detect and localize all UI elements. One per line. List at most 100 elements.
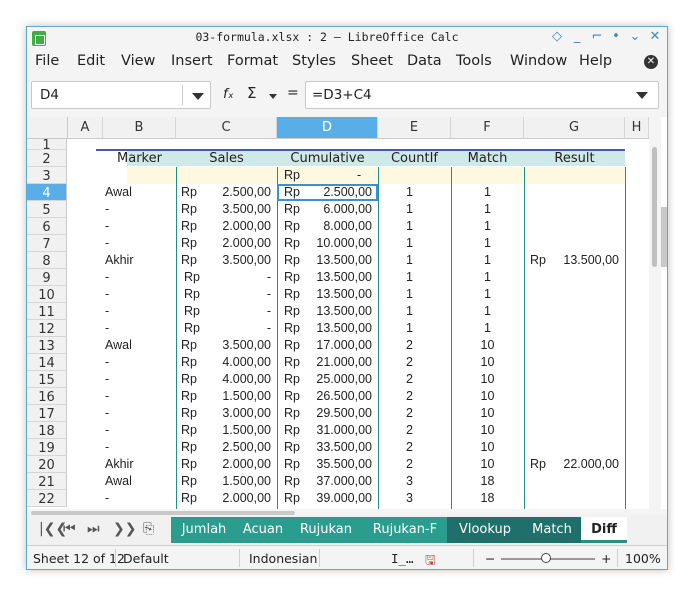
cell-countif[interactable]: 1 xyxy=(378,287,441,301)
close-document-icon[interactable]: ✕ xyxy=(644,55,658,69)
cell-sales-value[interactable]: 3.000,00 xyxy=(176,406,271,420)
cell-cumulative-value[interactable]: 21.000,00 xyxy=(277,355,372,369)
row-header-14[interactable]: 14 xyxy=(27,354,67,371)
row-header-17[interactable]: 17 xyxy=(27,405,67,422)
cell-sales-value[interactable]: 2.000,00 xyxy=(176,457,271,471)
cell-match[interactable]: 10 xyxy=(451,406,524,420)
cell-match[interactable]: 1 xyxy=(451,270,524,284)
expand-formula-icon[interactable] xyxy=(636,92,648,99)
cell-match[interactable]: 10 xyxy=(451,389,524,403)
zoom-in-button[interactable]: + xyxy=(601,551,611,566)
column-header-d[interactable]: D xyxy=(277,117,378,139)
cell-cumulative-value[interactable]: 13.500,00 xyxy=(277,321,372,335)
cell-sales-value[interactable]: - xyxy=(176,321,271,335)
cell-cumulative-value[interactable]: 26.500,00 xyxy=(277,389,372,403)
cell-cumulative-value[interactable]: 13.500,00 xyxy=(277,287,372,301)
cell-marker[interactable]: - xyxy=(105,423,109,437)
cell-sales-value[interactable]: - xyxy=(176,270,271,284)
menu-insert[interactable]: Insert xyxy=(171,53,213,69)
row-header-5[interactable]: 5 xyxy=(27,201,67,218)
row-header-6[interactable]: 6 xyxy=(27,218,67,235)
column-header-a[interactable]: A xyxy=(68,117,103,139)
cell-sales-value[interactable]: 2.000,00 xyxy=(176,219,271,233)
row-header-2[interactable]: 2 xyxy=(27,150,67,167)
menu-view[interactable]: View xyxy=(121,53,155,69)
prev-sheet-icon[interactable]: ⏮ xyxy=(63,521,76,537)
row-header-11[interactable]: 11 xyxy=(27,303,67,320)
next-sheet-icon[interactable]: ⏭ xyxy=(87,521,100,537)
cell-marker[interactable]: Akhir xyxy=(105,253,133,267)
row-header-16[interactable]: 16 xyxy=(27,388,67,405)
row-header-1[interactable]: 1 xyxy=(27,139,67,153)
cell-countif[interactable]: 2 xyxy=(378,338,441,352)
add-sheet-icon[interactable]: ⎘ xyxy=(143,521,154,537)
cell-marker[interactable]: Awal xyxy=(105,338,132,352)
row-header-13[interactable]: 13 xyxy=(27,337,67,354)
sheet-tab-acuan[interactable]: Acuan xyxy=(237,517,289,543)
cell-countif[interactable]: 1 xyxy=(378,304,441,318)
cell-countif[interactable]: 2 xyxy=(378,440,441,454)
zoom-out-button[interactable]: − xyxy=(485,551,495,566)
cell-match[interactable]: 1 xyxy=(451,185,524,199)
cell-cumulative-value[interactable]: 33.500,00 xyxy=(277,440,372,454)
cell-cumulative-value[interactable]: 8.000,00 xyxy=(277,219,372,233)
cell-countif[interactable]: 1 xyxy=(378,219,441,233)
formula-input[interactable]: =D3+C4 xyxy=(305,81,659,109)
cell-match[interactable]: 10 xyxy=(451,338,524,352)
sheet-tab-rujukan[interactable]: Rujukan xyxy=(289,517,363,543)
name-box-dropdown-icon[interactable] xyxy=(192,93,204,100)
vertical-scrollbar[interactable] xyxy=(649,117,661,509)
cell-sales-value[interactable]: 1.500,00 xyxy=(176,389,271,403)
cell-d3-currency[interactable]: Rp xyxy=(284,168,300,182)
cell-marker[interactable]: - xyxy=(105,440,109,454)
cell-sales-value[interactable]: 2.500,00 xyxy=(176,440,271,454)
shade-icon[interactable]: • xyxy=(607,29,625,44)
cell-marker[interactable]: Akhir xyxy=(105,457,133,471)
cell-match[interactable]: 18 xyxy=(451,474,524,488)
cell-countif[interactable]: 3 xyxy=(378,474,441,488)
cell-match[interactable]: 1 xyxy=(451,287,524,301)
cell-result-value[interactable]: 13.500,00 xyxy=(524,253,619,267)
cell-sales-value[interactable]: - xyxy=(176,304,271,318)
cell-cumulative-value[interactable]: 13.500,00 xyxy=(277,270,372,284)
cell-marker[interactable]: - xyxy=(105,304,109,318)
cell-cumulative-value[interactable]: 6.000,00 xyxy=(277,202,372,216)
cell-cumulative-value[interactable]: 35.500,00 xyxy=(277,457,372,471)
cell-result-value[interactable]: 22.000,00 xyxy=(524,457,619,471)
row-header-15[interactable]: 15 xyxy=(27,371,67,388)
cell-marker[interactable]: - xyxy=(105,202,109,216)
cell-match[interactable]: 1 xyxy=(451,219,524,233)
row-header-18[interactable]: 18 xyxy=(27,422,67,439)
row-header-12[interactable]: 12 xyxy=(27,320,67,337)
sheet-tab-jumlah[interactable]: Jumlah xyxy=(171,517,237,543)
cell-sales-value[interactable]: - xyxy=(176,287,271,301)
row-header-19[interactable]: 19 xyxy=(27,439,67,456)
cell-countif[interactable]: 1 xyxy=(378,202,441,216)
page-style[interactable]: Default xyxy=(123,551,169,566)
cell-marker[interactable]: - xyxy=(105,355,109,369)
sheet-tab-match[interactable]: Match xyxy=(523,517,581,543)
cell-countif[interactable]: 3 xyxy=(378,491,441,505)
column-header-g[interactable]: G xyxy=(524,117,625,139)
cell-sales-value[interactable]: 2.500,00 xyxy=(176,185,271,199)
cell-sales-value[interactable]: 2.000,00 xyxy=(176,236,271,250)
chevron-down-icon[interactable]: ⌄ xyxy=(626,29,644,44)
column-header-f[interactable]: F xyxy=(451,117,524,139)
cell-cumulative-value[interactable]: 13.500,00 xyxy=(277,304,372,318)
sum-icon[interactable]: Σ xyxy=(247,84,256,102)
cell-countif[interactable]: 2 xyxy=(378,406,441,420)
row-header-20[interactable]: 20 xyxy=(27,456,67,473)
cell-match[interactable]: 10 xyxy=(451,440,524,454)
row-header-3[interactable]: 3 xyxy=(27,167,67,184)
cell-countif[interactable]: 2 xyxy=(378,457,441,471)
cell-match[interactable]: 1 xyxy=(451,304,524,318)
minimize-icon[interactable]: _ xyxy=(568,29,586,44)
cell-match[interactable]: 1 xyxy=(451,321,524,335)
vertical-scroll-thumb[interactable] xyxy=(652,147,657,267)
column-header-h[interactable]: H xyxy=(625,117,649,139)
save-status-icon[interactable]: 🖫 xyxy=(425,551,436,569)
cell-cumulative-value[interactable]: 29.500,00 xyxy=(277,406,372,420)
menu-data[interactable]: Data xyxy=(407,53,442,69)
column-header-c[interactable]: C xyxy=(176,117,277,139)
cell-sales-value[interactable]: 1.500,00 xyxy=(176,474,271,488)
